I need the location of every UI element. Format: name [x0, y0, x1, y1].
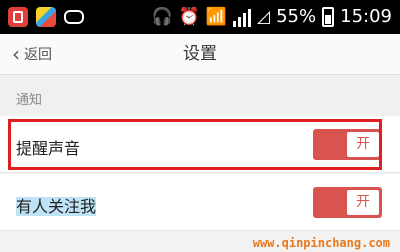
app-notification-icon: [8, 7, 28, 27]
toggle-knob: 开: [347, 132, 379, 157]
headphones-icon: 🎧: [151, 7, 173, 27]
setting-label: 提醒声音: [16, 139, 81, 158]
section-header: 通知: [0, 75, 400, 115]
navigation-bar: ‹ 返回 设置: [0, 34, 400, 75]
battery-icon: [322, 7, 335, 27]
status-bar: 🎧 ⏰ 📶 ◿ 55% 15:09: [0, 0, 400, 34]
new-follower-toggle[interactable]: 开: [313, 187, 382, 218]
alarm-icon: ⏰: [178, 7, 200, 27]
reminder-sound-toggle[interactable]: 开: [313, 129, 382, 160]
wifi-icon: 📶: [205, 7, 228, 27]
message-icon: [64, 10, 84, 24]
settings-row-new-follower[interactable]: 有人关注我 开: [0, 174, 400, 231]
toggle-knob: 开: [347, 190, 379, 215]
app-notification-icon: [36, 7, 56, 27]
notification-icons: [8, 7, 84, 27]
battery-percent: 55%: [276, 6, 317, 27]
setting-label: 有人关注我: [16, 197, 97, 216]
cellular-signal-icon: [233, 7, 252, 27]
watermark: www.qinpinchang.com: [252, 236, 390, 250]
system-status: 🎧 ⏰ 📶 ◿ 55% 15:09: [152, 6, 392, 28]
clock: 15:09: [340, 6, 392, 27]
settings-row-reminder-sound[interactable]: 提醒声音 开: [0, 116, 400, 173]
page-title: 设置: [183, 44, 217, 64]
section-title: 通知: [16, 93, 43, 108]
no-signal-icon: ◿: [257, 7, 271, 27]
